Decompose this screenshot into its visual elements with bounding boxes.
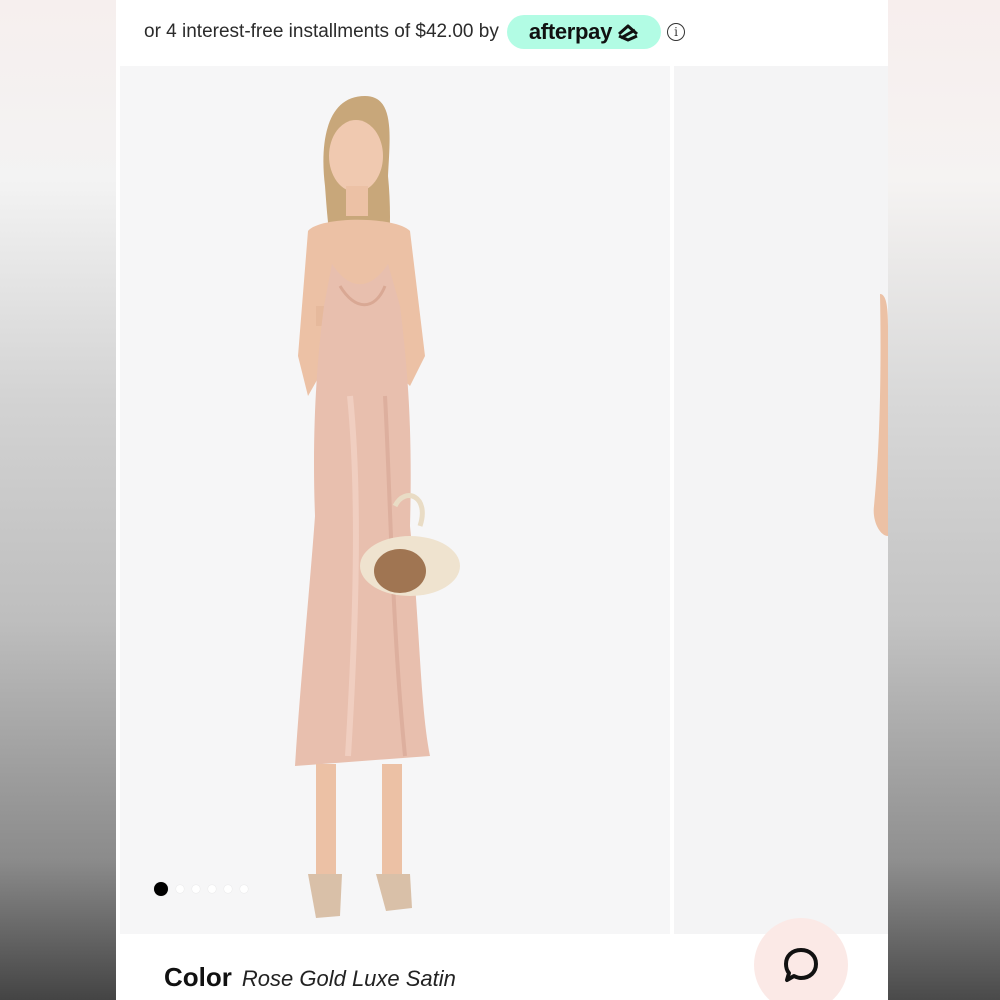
carousel-dot-active[interactable] (154, 882, 168, 896)
next-photo-peek (873, 294, 888, 536)
color-value: Rose Gold Luxe Satin (241, 966, 456, 991)
model-photo (295, 96, 460, 918)
carousel-dot[interactable] (192, 885, 200, 893)
color-label: Color (164, 962, 232, 992)
color-selection: Color Rose Gold Luxe Satin (164, 962, 456, 993)
chat-bubble-icon (784, 948, 818, 982)
product-image-next[interactable] (674, 66, 888, 934)
product-image-carousel[interactable] (116, 66, 888, 934)
carousel-dot[interactable] (240, 885, 248, 893)
info-icon[interactable]: i (667, 23, 686, 41)
product-page: or 4 interest-free installments of $42.0… (116, 0, 888, 1000)
carousel-dot[interactable] (208, 885, 216, 893)
background-right (888, 0, 1000, 1000)
carousel-dot[interactable] (176, 885, 184, 893)
afterpay-arrows-icon (618, 24, 639, 42)
product-image-main[interactable] (120, 66, 670, 934)
carousel-pagination[interactable] (154, 882, 248, 896)
carousel-dot[interactable] (224, 885, 232, 893)
afterpay-logo-badge[interactable]: afterpay (506, 15, 662, 49)
background-left (0, 0, 116, 1000)
afterpay-logo-text: afterpay (528, 19, 613, 44)
afterpay-installment-text: or 4 interest-free installments of $42.0… (144, 21, 499, 42)
afterpay-banner: or 4 interest-free installments of $42.0… (116, 0, 888, 64)
